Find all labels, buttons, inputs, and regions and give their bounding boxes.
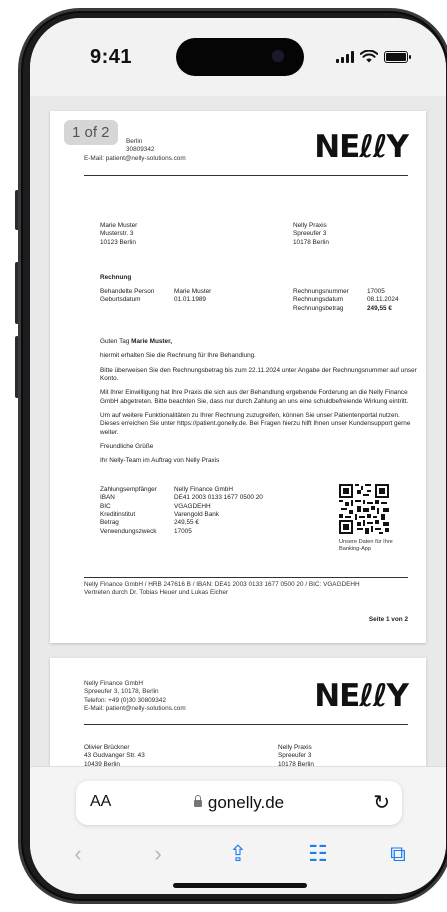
address-line: Spreeufer 3 bbox=[293, 230, 327, 238]
address-line: 43 Gudvanger Str. 43 bbox=[84, 752, 145, 760]
payment-label: Zahlungsempfänger bbox=[100, 486, 157, 493]
patient-details: Behandelte Person Marie Muster Geburtsda… bbox=[100, 288, 211, 305]
payment-value: Nelly Finance GmbH bbox=[174, 486, 233, 493]
payment-value: DE41 2003 0133 1677 0500 20 bbox=[174, 494, 263, 502]
address-line: 10178 Berlin bbox=[293, 238, 329, 246]
page-number: Seite 1 von 2 bbox=[368, 616, 408, 623]
address-bar[interactable]: AA gonelly.de ↻ bbox=[76, 781, 402, 825]
pdf-page-1: Berlin 30809342 E-Mail: patient@nelly-so… bbox=[50, 111, 426, 643]
invoice-amount: 249,55 € bbox=[367, 304, 392, 312]
camera-icon bbox=[272, 50, 284, 62]
qr-caption: Unsere Daten für Ihre Banking-App bbox=[339, 539, 393, 553]
url-display[interactable]: gonelly.de bbox=[76, 793, 402, 813]
nelly-logo: NEℓℓY bbox=[314, 678, 409, 714]
detail-label: Behandelte Person bbox=[100, 288, 155, 295]
detail-label: Rechnungsdatum bbox=[293, 296, 344, 304]
payment-label: BIC bbox=[100, 502, 111, 510]
sender-line: Nelly Finance GmbH bbox=[84, 680, 143, 687]
header-divider bbox=[84, 175, 408, 176]
sender-line: Telefon: +49 (0)30 30809342 bbox=[84, 696, 166, 704]
payment-value: 17005 bbox=[174, 527, 192, 535]
status-icons bbox=[336, 50, 411, 63]
greeting-name: Marie Muster, bbox=[131, 338, 172, 345]
browser-toolbar: AA gonelly.de ↻ ‹ › ⇪ ☷ ⧉ bbox=[30, 766, 446, 894]
address-line: Musterstr. 3 bbox=[100, 230, 134, 238]
paragraph: hiermit erhalten Sie die Rechnung für Ih… bbox=[100, 352, 256, 360]
address-line: Nelly Praxis bbox=[293, 222, 327, 229]
paragraph: Mit Ihrer Einwilligung hat Ihre Praxis d… bbox=[100, 389, 409, 405]
phone-screen: 9:41 Berlin 30809342 E-Mail: patient@nel… bbox=[30, 18, 446, 894]
footer-divider bbox=[84, 577, 408, 578]
status-bar: 9:41 bbox=[30, 18, 446, 96]
letter-body: Guten Tag Marie Muster, hiermit erhalten… bbox=[100, 338, 418, 472]
share-icon[interactable]: ⇪ bbox=[220, 841, 256, 867]
paragraph: Freundliche Grüße bbox=[100, 442, 154, 450]
recipient-address: Marie Muster Musterstr. 3 10123 Berlin bbox=[100, 222, 137, 247]
bookmarks-icon[interactable]: ☷ bbox=[300, 841, 336, 867]
paragraph: Bitte überweisen Sie den Rechnungsbetrag… bbox=[100, 366, 417, 382]
footer-line: Vertreten durch Dr. Tobias Heuer und Luk… bbox=[84, 589, 229, 597]
sender-line: 30809342 bbox=[126, 146, 155, 154]
payment-value: 249,55 € bbox=[174, 519, 199, 527]
tabs-icon[interactable]: ⧉ bbox=[380, 841, 416, 867]
invoice-details: Rechnungsnummer 17005 Rechnungsdatum 08.… bbox=[293, 288, 399, 313]
detail-value: 17005 bbox=[367, 288, 385, 295]
payment-value: Varengold Bank bbox=[174, 510, 220, 518]
sender-line: Spreeufer 3, 10178, Berlin bbox=[84, 688, 159, 696]
dynamic-island bbox=[176, 38, 304, 76]
payment-label: IBAN bbox=[100, 494, 115, 502]
header-divider bbox=[84, 724, 408, 725]
wifi-icon bbox=[360, 50, 378, 63]
detail-value: Marie Muster bbox=[174, 288, 212, 295]
address-line: Nelly Praxis bbox=[278, 744, 312, 751]
detail-label: Rechnungsbetrag bbox=[293, 304, 344, 312]
cellular-signal-icon bbox=[336, 50, 354, 63]
payment-label: Betrag bbox=[100, 519, 119, 527]
practice-address: Nelly Praxis Spreeufer 3 10178 Berlin bbox=[293, 222, 329, 247]
payment-label: Kreditinstitut bbox=[100, 510, 136, 518]
detail-value: 08.11.2024 bbox=[367, 296, 399, 304]
payment-label: Verwendungszweck bbox=[100, 527, 157, 535]
paragraph: Um auf weitere Funktionalitäten zu Ihrer… bbox=[100, 411, 411, 436]
payment-details: Zahlungsempfänger Nelly Finance GmbH IBAN… bbox=[100, 486, 263, 536]
detail-label: Rechnungsnummer bbox=[293, 288, 349, 295]
invoice-title: Rechnung bbox=[100, 274, 132, 281]
greeting-prefix: Guten Tag bbox=[100, 338, 132, 345]
page-footer: Nelly Finance GmbH / HRB 247616 B / IBAN… bbox=[84, 581, 360, 598]
greeting: Guten Tag Marie Muster, bbox=[100, 338, 418, 346]
detail-label: Geburtsdatum bbox=[100, 296, 141, 304]
forward-icon[interactable]: › bbox=[140, 841, 176, 867]
browser-nav-bar: ‹ › ⇪ ☷ ⧉ bbox=[30, 837, 446, 871]
lock-icon bbox=[193, 795, 202, 807]
address-line: 10123 Berlin bbox=[100, 238, 136, 246]
payment-value: VGAGDEHH bbox=[174, 502, 211, 510]
reload-icon[interactable]: ↻ bbox=[373, 790, 390, 815]
url-text: gonelly.de bbox=[207, 793, 285, 812]
footer-line: Nelly Finance GmbH / HRB 247616 B / IBAN… bbox=[84, 581, 360, 588]
address-line: Marie Muster bbox=[100, 222, 138, 229]
back-icon[interactable]: ‹ bbox=[60, 841, 96, 867]
address-line: Spreeufer 3 bbox=[278, 752, 312, 760]
battery-icon bbox=[384, 50, 411, 63]
qr-code-icon bbox=[339, 484, 389, 534]
page-indicator-badge: 1 of 2 bbox=[64, 120, 118, 145]
sender-address: Nelly Finance GmbH Spreeufer 3, 10178, B… bbox=[84, 680, 186, 713]
address-line: Olivier Brückner bbox=[84, 744, 130, 751]
sender-line: E-Mail: patient@nelly-solutions.com bbox=[84, 154, 186, 162]
pdf-viewer[interactable]: Berlin 30809342 E-Mail: patient@nelly-so… bbox=[30, 96, 446, 798]
sender-line: E-Mail: patient@nelly-solutions.com bbox=[84, 704, 186, 712]
nelly-logo: NEℓℓY bbox=[314, 129, 409, 165]
home-indicator[interactable] bbox=[173, 883, 307, 888]
detail-value: 01.01.1989 bbox=[174, 296, 206, 304]
paragraph: Ihr Nelly-Team im Auftrag von Nelly Prax… bbox=[100, 457, 220, 465]
status-time: 9:41 bbox=[90, 46, 133, 68]
